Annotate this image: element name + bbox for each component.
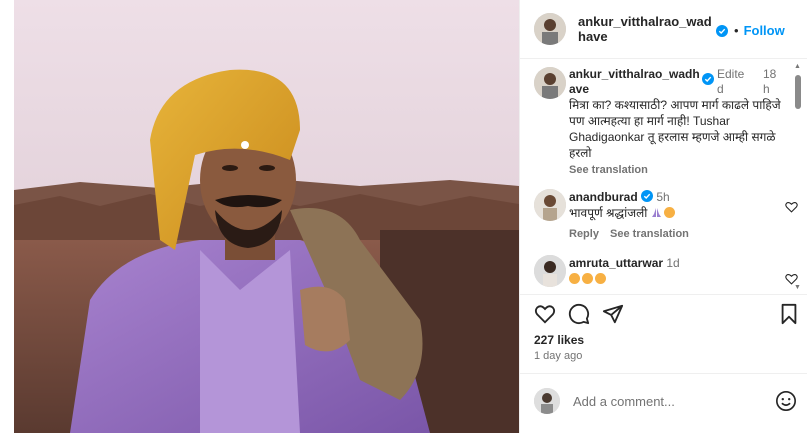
current-user-avatar: [534, 388, 560, 414]
verified-badge-icon: [641, 190, 654, 202]
verified-badge-icon: [702, 73, 714, 85]
comment-time: 5h: [656, 190, 670, 204]
comment-emoji-row: [569, 271, 791, 287]
bookmark-icon[interactable]: [778, 303, 800, 325]
scrollbar-thumb[interactable]: [795, 75, 801, 109]
sad-face-emoji-icon: [663, 207, 675, 218]
comment-username[interactable]: ankur_vitthalrao_wadhave: [569, 67, 701, 97]
comment-item: ankur_vitthalrao_wadhave Edited 18h मित्…: [534, 67, 798, 179]
scroll-down-arrow-icon[interactable]: ▼: [794, 284, 801, 291]
post-header: ankur_vitthalrao_wadhave • Follow: [534, 10, 801, 54]
comment-text: भावपूर्ण श्रद्धांजली: [569, 206, 648, 220]
add-comment-input[interactable]: Add a comment...: [573, 394, 775, 409]
post-time-ago: 1 day ago: [534, 350, 583, 362]
comment-text: मित्रा का? कश्यासाठी? आपण मार्ग काढले पा…: [569, 98, 781, 160]
comment-time: 18h: [763, 67, 777, 96]
sad-face-emoji-icon: [582, 273, 593, 284]
likes-count[interactable]: 227 likes: [534, 333, 584, 347]
comment-username[interactable]: anandburad: [569, 190, 638, 204]
author-username[interactable]: ankur_vitthalrao_wadhave: [578, 14, 716, 44]
post-side-panel: ankur_vitthalrao_wadhave • Follow ankur_…: [519, 0, 807, 433]
comment-edited-label: Edited: [717, 67, 745, 96]
comment-body: anandburad 5h भावपूर्ण श्रद्धांजली Reply…: [569, 189, 791, 251]
comment-meta: See translation: [569, 162, 791, 178]
sad-face-emoji-icon: [595, 273, 606, 284]
comment-avatar[interactable]: [534, 189, 566, 221]
see-translation-link[interactable]: See translation: [610, 228, 689, 240]
add-comment-bar: Add a comment...: [534, 385, 797, 417]
comment-meta: Reply See translation: [569, 226, 791, 242]
comment-time: 1d: [666, 256, 680, 270]
post-image[interactable]: [0, 0, 519, 433]
smiley-icon[interactable]: [775, 390, 797, 412]
comment-icon[interactable]: [568, 303, 590, 325]
comments-list[interactable]: ankur_vitthalrao_wadhave Edited 18h मित्…: [534, 67, 798, 289]
send-icon[interactable]: [602, 303, 624, 325]
sad-face-emoji-icon: [569, 273, 580, 284]
separator-dot: •: [734, 23, 739, 38]
comment-item: anandburad 5h भावपूर्ण श्रद्धांजली Reply…: [534, 189, 798, 251]
comment-body: amruta_uttarwar 1d: [569, 255, 791, 289]
folded-hands-emoji-icon: [651, 208, 661, 217]
author-avatar[interactable]: [534, 13, 566, 45]
comment-avatar[interactable]: [534, 67, 566, 99]
actions-divider: [520, 294, 807, 295]
comment-item: amruta_uttarwar 1d: [534, 255, 798, 289]
scroll-up-arrow-icon[interactable]: ▲: [794, 63, 801, 70]
comment-username[interactable]: amruta_uttarwar: [569, 256, 663, 270]
post-actions: [534, 303, 800, 325]
verified-badge-icon: [716, 25, 728, 37]
comment-input-divider: [520, 373, 807, 374]
post-photo-illustration: [0, 0, 519, 433]
header-divider: [520, 58, 807, 59]
comment-avatar[interactable]: [534, 255, 566, 287]
follow-button[interactable]: Follow: [744, 23, 785, 38]
comment-body: ankur_vitthalrao_wadhave Edited 18h मित्…: [569, 67, 791, 179]
comments-scrollbar[interactable]: ▲ ▼: [793, 63, 803, 291]
reply-button[interactable]: Reply: [569, 228, 599, 240]
heart-icon[interactable]: [534, 303, 556, 325]
see-translation-link[interactable]: See translation: [569, 164, 648, 176]
